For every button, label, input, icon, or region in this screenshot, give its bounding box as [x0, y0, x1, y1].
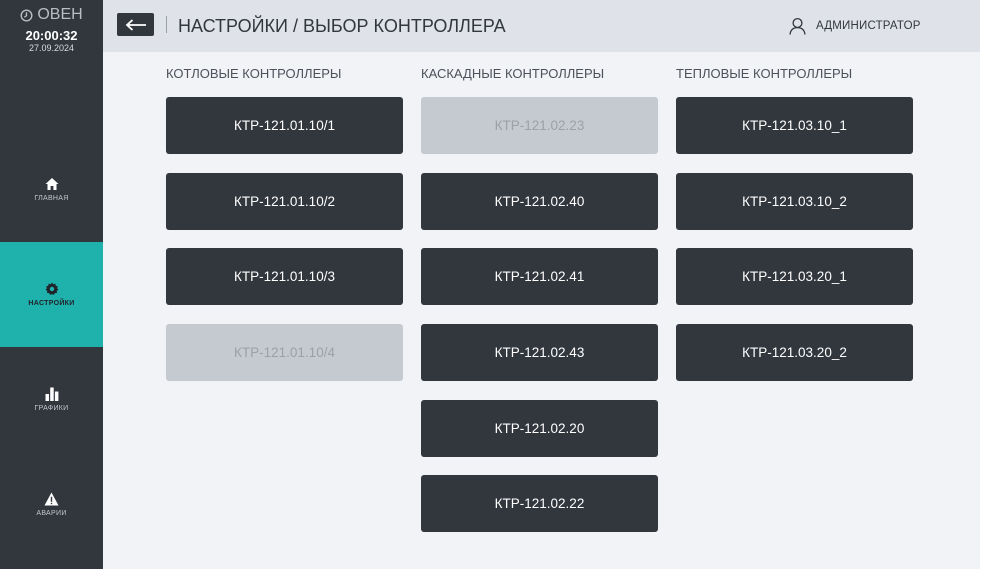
controller-button[interactable]: КТР-121.01.10/3	[166, 248, 403, 305]
user-icon	[789, 17, 806, 35]
controller-button[interactable]: КТР-121.02.20	[421, 400, 658, 457]
nav-label-charts: ГРАФИКИ	[34, 405, 69, 412]
logo-text: ОВЕН	[37, 6, 83, 23]
arrow-left-icon	[125, 18, 146, 31]
controller-button[interactable]: КТР-121.01.10/1	[166, 97, 403, 154]
controller-button[interactable]: КТР-121.03.10_2	[676, 173, 913, 230]
sidebar: ОВЕН 20:00:32 27.09.2024 ГЛАВНАЯ НАСТРОЙ…	[0, 0, 103, 569]
title-divider	[166, 16, 167, 33]
user-name: АДМИНИСТРАТОР	[816, 20, 921, 32]
page-title: НАСТРОЙКИ / ВЫБОР КОНТРОЛЛЕРА	[178, 16, 506, 36]
nav-label-home: ГЛАВНАЯ	[34, 195, 69, 202]
clock-date: 27.09.2024	[28, 43, 75, 53]
controller-button[interactable]: КТР-121.03.20_2	[676, 324, 913, 381]
controller-button-disabled: КТР-121.01.10/4	[166, 324, 403, 381]
clock-logo-icon	[20, 8, 33, 22]
home-icon	[45, 178, 58, 190]
logo: ОВЕН	[0, 0, 103, 30]
column-header-heat: ТЕПЛОВЫЕ КОНТРОЛЛЕРЫ	[676, 66, 853, 81]
nav-label-settings: НАСТРОЙКИ	[28, 300, 75, 307]
controller-button[interactable]: КТР-121.02.22	[421, 475, 658, 532]
gear-icon	[45, 282, 58, 295]
nav-item-alarms[interactable]: АВАРИИ	[0, 452, 103, 557]
column-header-boiler: КОТЛОВЫЕ КОНТРОЛЛЕРЫ	[166, 66, 342, 81]
clock-time: 20:00:32	[25, 28, 78, 43]
controller-button[interactable]: КТР-121.02.43	[421, 324, 658, 381]
nav-label-alarms: АВАРИИ	[36, 510, 67, 517]
column-header-cascade: КАСКАДНЫЕ КОНТРОЛЛЕРЫ	[421, 66, 605, 81]
controller-button[interactable]: КТР-121.03.20_1	[676, 248, 913, 305]
controller-button[interactable]: КТР-121.02.41	[421, 248, 658, 305]
nav-item-home[interactable]: ГЛАВНАЯ	[0, 137, 103, 242]
controller-button-disabled: КТР-121.02.23	[421, 97, 658, 154]
controller-button[interactable]: КТР-121.01.10/2	[166, 173, 403, 230]
right-edge	[980, 0, 989, 569]
main-panel: НАСТРОЙКИ / ВЫБОР КОНТРОЛЛЕРА АДМИНИСТРА…	[103, 0, 980, 569]
controller-button[interactable]: КТР-121.02.40	[421, 173, 658, 230]
warning-icon	[44, 492, 59, 506]
bar-chart-icon	[45, 387, 58, 401]
header-bar: НАСТРОЙКИ / ВЫБОР КОНТРОЛЛЕРА АДМИНИСТРА…	[103, 0, 980, 52]
controller-button[interactable]: КТР-121.03.10_1	[676, 97, 913, 154]
nav-item-settings[interactable]: НАСТРОЙКИ	[0, 242, 103, 347]
nav-item-charts[interactable]: ГРАФИКИ	[0, 347, 103, 452]
back-button[interactable]	[117, 13, 154, 36]
user-menu[interactable]: АДМИНИСТРАТОР	[789, 17, 921, 35]
